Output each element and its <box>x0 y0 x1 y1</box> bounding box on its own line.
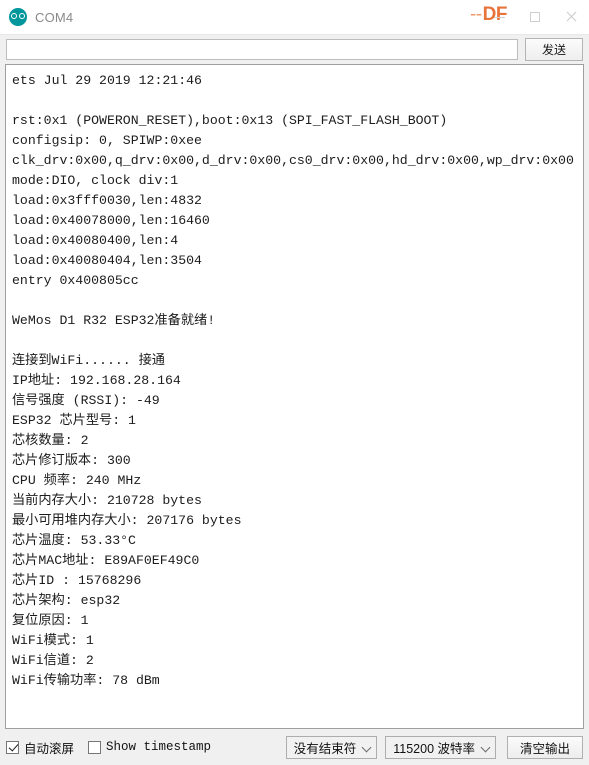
minimize-button[interactable] <box>481 0 517 34</box>
serial-output-line: 复位原因: 1 <box>12 613 89 628</box>
maximize-button[interactable] <box>517 0 553 34</box>
chevron-down-icon <box>363 743 372 752</box>
line-ending-dropdown[interactable]: 没有结束符 <box>285 735 378 759</box>
serial-output-panel[interactable]: ets Jul 29 2019 12:21:46 rst:0x1 (POWERO… <box>5 64 584 729</box>
serial-output-line <box>12 291 583 311</box>
close-icon <box>565 11 577 23</box>
chevron-down-icon <box>482 743 491 752</box>
serial-output-line: load:0x3fff0030,len:4832 <box>12 193 202 208</box>
serial-output-line: rst:0x1 (POWERON_RESET),boot:0x13 (SPI_F… <box>12 113 448 128</box>
send-row: 发送 <box>0 35 589 64</box>
window-title: COM4 <box>35 9 74 25</box>
serial-output-line: WiFi信道: 2 <box>12 653 94 668</box>
autoscroll-checkbox-box <box>6 740 19 754</box>
serial-output-line: ESP32 芯片型号: 1 <box>12 413 136 428</box>
serial-output-line <box>12 91 583 111</box>
title-bar: COM4 --DF <box>0 0 589 35</box>
clear-output-button[interactable]: 清空输出 <box>507 735 583 759</box>
send-button[interactable]: 发送 <box>525 38 583 61</box>
serial-output-line: 信号强度 (RSSI): -49 <box>12 393 160 408</box>
serial-output-line: entry 0x400805cc <box>12 273 139 288</box>
close-button[interactable] <box>553 0 589 34</box>
serial-output-line: clk_drv:0x00,q_drv:0x00,d_drv:0x00,cs0_d… <box>12 153 574 168</box>
show-timestamp-label: Show timestamp <box>106 740 212 754</box>
watermark-dash: -- <box>470 4 482 25</box>
autoscroll-label: 自动滚屏 <box>24 741 75 756</box>
serial-output-line: WiFi传输功率: 78 dBm <box>12 673 160 688</box>
minimize-icon <box>493 16 505 18</box>
autoscroll-checkbox[interactable]: 自动滚屏 <box>6 738 74 757</box>
serial-output-line: 最小可用堆内存大小: 207176 bytes <box>12 513 242 528</box>
serial-output-line: CPU 频率: 240 MHz <box>12 473 142 488</box>
serial-output-line: load:0x40078000,len:16460 <box>12 213 210 228</box>
serial-output-line: 芯片ID : 15768296 <box>12 573 142 588</box>
baud-rate-value: 115200 波特率 <box>393 741 475 756</box>
show-timestamp-checkbox-box <box>88 740 102 754</box>
serial-output-line: 连接到WiFi...... 接通 <box>12 353 165 368</box>
serial-output-line: 芯核数量: 2 <box>12 433 89 448</box>
serial-send-input[interactable] <box>6 39 518 60</box>
maximize-icon <box>530 12 540 22</box>
show-timestamp-checkbox[interactable]: Show timestamp <box>88 740 211 754</box>
serial-output-text: ets Jul 29 2019 12:21:46 rst:0x1 (POWERO… <box>6 65 583 691</box>
serial-output-line: load:0x40080404,len:3504 <box>12 253 202 268</box>
baud-rate-dropdown[interactable]: 115200 波特率 <box>385 735 496 759</box>
serial-monitor-window: COM4 --DF 发送 ets Jul 29 2019 12:21:46 rs… <box>0 0 589 765</box>
status-bar: 自动滚屏 Show timestamp 没有结束符 115200 波特率 清空输… <box>0 729 589 765</box>
line-ending-value: 没有结束符 <box>293 741 357 756</box>
window-controls <box>481 0 589 34</box>
serial-output-line: 芯片架构: esp32 <box>12 593 121 608</box>
serial-output-line: 芯片温度: 53.33°C <box>12 533 136 548</box>
serial-output-line: 当前内存大小: 210728 bytes <box>12 493 202 508</box>
serial-output-line: load:0x40080400,len:4 <box>12 233 179 248</box>
serial-output-line <box>12 331 583 351</box>
serial-output-line: 芯片修订版本: 300 <box>12 453 131 468</box>
arduino-logo-icon <box>9 8 27 26</box>
serial-output-line: WeMos D1 R32 ESP32准备就绪! <box>12 313 216 328</box>
serial-output-line: mode:DIO, clock div:1 <box>12 173 179 188</box>
serial-output-line: WiFi模式: 1 <box>12 633 94 648</box>
serial-output-line: configsip: 0, SPIWP:0xee <box>12 133 202 148</box>
serial-output-line: 芯片MAC地址: E89AF0EF49C0 <box>12 553 200 568</box>
serial-output-line: ets Jul 29 2019 12:21:46 <box>12 73 202 88</box>
serial-output-line: IP地址: 192.168.28.164 <box>12 373 181 388</box>
